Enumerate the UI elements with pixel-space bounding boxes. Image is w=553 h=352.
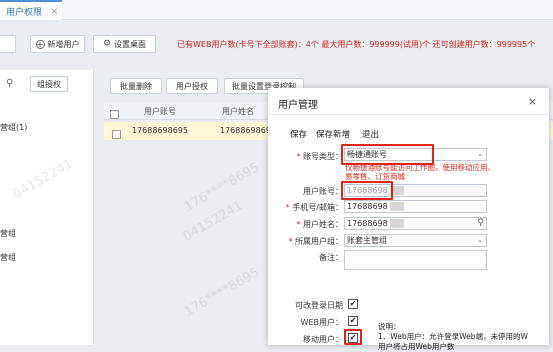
search-icon[interactable]: ⚲ [477, 218, 484, 228]
remark-label: 备注： [319, 253, 343, 262]
user-account-label: 用户账号： [303, 187, 343, 196]
group-tree-pane: ⚲ 组授权 营组(1) 营组 营组 [0, 70, 94, 345]
web-user-checkbox[interactable]: ✔ [348, 316, 358, 326]
explanation-text: 说明： 1、Web用户：允许登录Web端，未停用的W 用户将占用Web用户数 [378, 322, 546, 352]
tree-node[interactable]: 营组 [0, 228, 16, 239]
exit-button[interactable]: 退出 [362, 128, 379, 140]
chevron-down-icon: ⌄ [477, 150, 483, 158]
user-group-select[interactable]: 账套主管组 ⌄ [344, 234, 487, 247]
cell-account: 17688698695 [132, 126, 188, 135]
account-type-label: * 账号类型： [296, 152, 343, 161]
column-header-account[interactable]: 用户账号 [144, 106, 176, 117]
search-icon[interactable]: ⚲ [6, 78, 13, 89]
save-button[interactable]: 保存 [290, 128, 307, 140]
tree-node[interactable]: 营组 [0, 252, 16, 263]
watermark: 176****8695 [181, 160, 263, 215]
desktop-settings-button[interactable]: ⚙ 设置桌面 [93, 35, 156, 53]
user-count-notice: 已有WEB用户数(卡号下全部账套)：4个 最大用户数：999999(试用)个 还… [177, 40, 536, 49]
divider [268, 114, 549, 115]
remark-field[interactable] [344, 250, 487, 270]
close-icon[interactable]: × [528, 95, 537, 108]
explain-line: 1、Web用户：允许登录Web端，未停用的W [378, 332, 528, 341]
phone-email-field[interactable]: 17688698 [344, 200, 487, 213]
partial-button[interactable] [0, 35, 16, 53]
plus-icon: + [35, 39, 45, 49]
highlight-box [341, 181, 393, 200]
watermark: 04152241 [180, 198, 246, 245]
dialog-title: 用户管理 [278, 100, 318, 111]
group-auth-button[interactable]: 组授权 [30, 76, 68, 92]
phone-value: 17688698 [347, 202, 388, 211]
mobile-user-label: 移动用户： [303, 335, 343, 344]
tab-close-icon[interactable]: × [50, 6, 58, 17]
masked-text [389, 219, 404, 228]
user-management-dialog: 用户管理 × 保存 保存新增 退出 * 账号类型： 畅捷通账号 ⌄ 仅畅捷通账号… [268, 88, 549, 351]
tab-bar: 用户权限 × [0, 0, 553, 20]
save-new-button[interactable]: 保存新增 [316, 128, 350, 140]
login-date-checkbox[interactable]: ✔ [348, 299, 358, 309]
tree-node[interactable]: 营组(1) [0, 122, 27, 133]
account-type-hint: 仅畅捷通账号能访问工作圈，使用移动应用、易零售、订货商城 [345, 163, 495, 181]
desktop-settings-label: 设置桌面 [114, 39, 147, 49]
user-name-label: * 用户姓名： [296, 220, 343, 229]
highlight-box [341, 144, 434, 165]
watermark: 176****8695 [181, 265, 263, 320]
masked-text [389, 202, 404, 211]
user-auth-button[interactable]: 用户授权 [166, 78, 218, 94]
user-group-value: 账套主管组 [347, 236, 387, 245]
tab-user-permissions[interactable]: 用户权限 × [0, 0, 62, 20]
user-group-label: * 所属用户组： [288, 237, 343, 246]
user-name-value: 17688698 [347, 219, 388, 228]
column-header-name[interactable]: 用户姓名 [222, 106, 254, 117]
login-date-label: 可改登录日期 [295, 301, 343, 310]
tab-title: 用户权限 [6, 7, 43, 18]
batch-delete-button[interactable]: 批量删除 [110, 78, 162, 94]
user-name-field[interactable]: 17688698 ⚲ [344, 217, 487, 230]
add-user-label: 新增用户 [47, 39, 80, 49]
explain-line: 用户将占用Web用户数 [378, 342, 455, 351]
chevron-down-icon: ⌄ [477, 236, 483, 244]
add-user-button[interactable]: + 新增用户 [30, 35, 85, 53]
highlight-box [344, 329, 362, 345]
phone-email-label: * 手机号/邮箱： [285, 203, 343, 212]
gear-icon: ⚙ [102, 39, 112, 49]
web-user-label: WEB用户： [300, 318, 343, 327]
explain-title: 说明： [378, 322, 401, 331]
